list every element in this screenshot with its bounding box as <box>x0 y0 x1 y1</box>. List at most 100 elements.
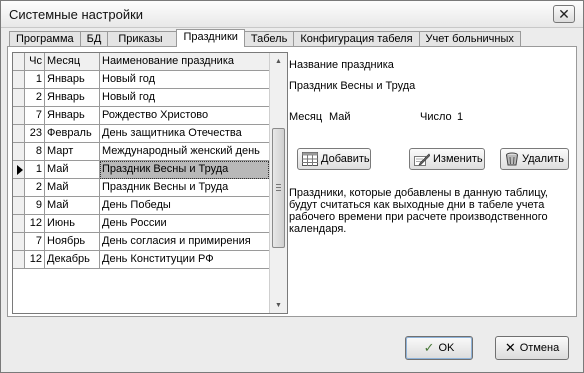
cell-holiday-name[interactable]: Праздник Весны и Труда <box>100 179 269 197</box>
row-indicator[interactable] <box>13 107 25 125</box>
cell-month[interactable]: Март <box>45 143 100 161</box>
cell-day[interactable]: 7 <box>25 107 45 125</box>
holiday-name-label: Название праздника <box>289 59 394 71</box>
scroll-thumb[interactable] <box>272 128 285 248</box>
cell-holiday-name[interactable]: День защитника Отечества <box>100 125 269 143</box>
row-indicator[interactable] <box>13 251 25 269</box>
cell-day[interactable]: 1 <box>25 71 45 89</box>
table-row[interactable]: 23 Февраль День защитника Отечества <box>13 125 269 143</box>
month-label: Месяц <box>289 111 323 123</box>
tab-holidays[interactable]: Праздники <box>176 29 245 47</box>
cell-month[interactable]: Январь <box>45 71 100 89</box>
row-indicator[interactable] <box>13 161 25 179</box>
cell-month[interactable]: Январь <box>45 89 100 107</box>
holidays-panel: Чс Месяц Наименование праздника 1 Январь Н… <box>7 46 577 317</box>
cell-holiday-name[interactable]: День России <box>100 215 269 233</box>
table-row[interactable]: 9 Май День Победы <box>13 197 269 215</box>
cell-holiday-name[interactable]: Новый год <box>100 71 269 89</box>
cell-day[interactable]: 12 <box>25 215 45 233</box>
cell-holiday-name[interactable]: День Конституции РФ <box>100 251 269 269</box>
table-row[interactable]: 7 Ноябрь День согласия и примирения <box>13 233 269 251</box>
table-row[interactable]: 12 Декабрь День Конституции РФ <box>13 251 269 269</box>
header-indicator <box>13 53 25 71</box>
cancel-button-label: Отмена <box>519 342 560 354</box>
holiday-name-value: Праздник Весны и Труда <box>289 80 416 92</box>
cell-month[interactable]: Май <box>45 161 100 179</box>
row-indicator[interactable] <box>13 125 25 143</box>
row-indicator[interactable] <box>13 71 25 89</box>
trash-delete-icon <box>506 152 518 166</box>
cell-day[interactable]: 8 <box>25 143 45 161</box>
row-indicator[interactable] <box>13 197 25 215</box>
column-header-holiday-name[interactable]: Наименование праздника <box>100 53 269 71</box>
delete-button-label: Удалить <box>522 153 564 165</box>
row-indicator[interactable] <box>13 179 25 197</box>
cell-month[interactable]: Май <box>45 179 100 197</box>
cell-day[interactable]: 9 <box>25 197 45 215</box>
checkmark-icon: ✓ <box>423 340 435 355</box>
tab-timesheet[interactable]: Табель <box>243 31 295 47</box>
ok-button[interactable]: ✓ OK <box>405 336 473 360</box>
delete-button[interactable]: Удалить <box>500 148 569 170</box>
tab-database[interactable]: БД <box>79 31 109 47</box>
table-row[interactable]: 7 Январь Рождество Христово <box>13 107 269 125</box>
settings-window: Системные настройки ✕ Программа БД Прика… <box>0 0 584 373</box>
cell-month[interactable]: Май <box>45 197 100 215</box>
tab-program[interactable]: Программа <box>9 31 81 47</box>
table-row[interactable]: 8 Март Международный женский день <box>13 143 269 161</box>
cell-holiday-name[interactable]: Рождество Христово <box>100 107 269 125</box>
cell-holiday-name[interactable]: Новый год <box>100 89 269 107</box>
cross-icon: ✕ <box>504 340 516 355</box>
scroll-up-icon[interactable]: ▲ <box>270 53 287 69</box>
table-row[interactable]: 1 Май Праздник Весны и Труда <box>13 161 269 179</box>
holidays-info-text: Праздники, которые добавлены в данную та… <box>289 187 548 235</box>
cell-month[interactable]: Январь <box>45 107 100 125</box>
cell-day[interactable]: 1 <box>25 161 45 179</box>
cell-month[interactable]: Февраль <box>45 125 100 143</box>
close-button[interactable]: ✕ <box>553 5 575 23</box>
cell-day[interactable]: 12 <box>25 251 45 269</box>
holidays-grid[interactable]: Чс Месяц Наименование праздника 1 Январь Н… <box>12 52 288 314</box>
tab-sick-leave[interactable]: Учет больничных <box>418 31 521 47</box>
edit-button-label: Изменить <box>433 153 483 165</box>
add-button[interactable]: Добавить <box>297 148 371 170</box>
tab-strip: Программа БД Приказы Праздники Табель Ко… <box>9 29 521 47</box>
window-title: Системные настройки <box>9 7 144 22</box>
add-button-label: Добавить <box>321 153 370 165</box>
row-indicator[interactable] <box>13 89 25 107</box>
close-icon: ✕ <box>558 6 570 22</box>
column-header-day[interactable]: Чс <box>25 53 45 71</box>
cell-day[interactable]: 7 <box>25 233 45 251</box>
tab-orders[interactable]: Приказы <box>107 31 178 47</box>
cell-month[interactable]: Июнь <box>45 215 100 233</box>
cell-month[interactable]: Ноябрь <box>45 233 100 251</box>
row-indicator[interactable] <box>13 215 25 233</box>
ok-button-label: OK <box>438 342 455 354</box>
vertical-scrollbar[interactable]: ▲ ▼ <box>269 53 287 313</box>
cell-day[interactable]: 2 <box>25 89 45 107</box>
row-indicator[interactable] <box>13 233 25 251</box>
day-label: Число <box>420 111 452 123</box>
table-row[interactable]: 2 Май Праздник Весны и Труда <box>13 179 269 197</box>
day-value: 1 <box>457 111 464 123</box>
edit-button[interactable]: Изменить <box>409 148 485 170</box>
cell-day[interactable]: 2 <box>25 179 45 197</box>
scroll-down-icon[interactable]: ▼ <box>270 297 287 313</box>
cell-month[interactable]: Декабрь <box>45 251 100 269</box>
table-row[interactable]: 1 Январь Новый год <box>13 71 269 89</box>
cell-day[interactable]: 23 <box>25 125 45 143</box>
cell-holiday-name[interactable]: Международный женский день <box>100 143 269 161</box>
column-header-month[interactable]: Месяц <box>45 53 100 71</box>
grid-header: Чс Месяц Наименование праздника <box>13 53 269 71</box>
cell-holiday-name[interactable]: Праздник Весны и Труда <box>100 161 269 179</box>
pencil-edit-icon <box>414 153 430 166</box>
tab-timesheet-config[interactable]: Конфигурация табеля <box>293 31 420 47</box>
cell-holiday-name[interactable]: День согласия и примирения <box>100 233 269 251</box>
table-row[interactable]: 2 Январь Новый год <box>13 89 269 107</box>
table-row[interactable]: 12 Июнь День России <box>13 215 269 233</box>
row-indicator[interactable] <box>13 143 25 161</box>
cancel-button[interactable]: ✕ Отмена <box>495 336 569 360</box>
cell-holiday-name[interactable]: День Победы <box>100 197 269 215</box>
title-bar: Системные настройки ✕ <box>1 1 583 28</box>
month-value: Май <box>329 111 351 123</box>
